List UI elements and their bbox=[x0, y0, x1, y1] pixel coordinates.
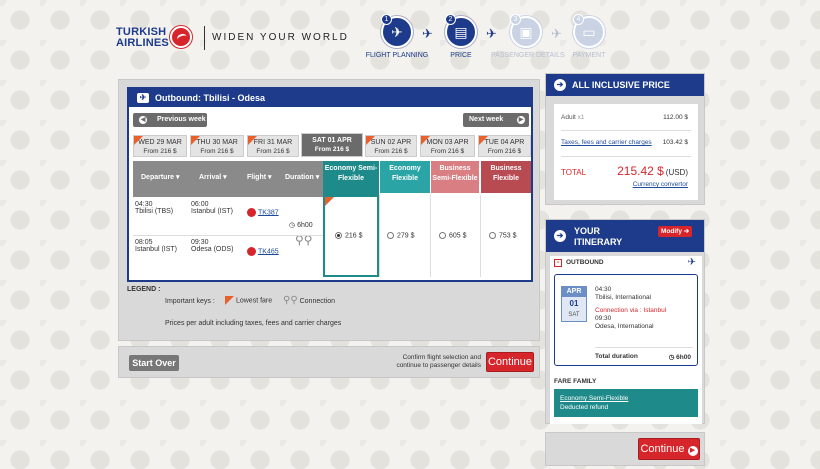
brand-name: TURKISH AIRLINES bbox=[116, 26, 169, 49]
divider bbox=[430, 195, 431, 277]
sort-arrival[interactable]: Arrival ▾ bbox=[199, 173, 227, 181]
divider bbox=[133, 235, 323, 236]
start-over-button[interactable]: Start Over bbox=[129, 355, 179, 371]
itinerary-header: ➔ YOUR ITINERARY Modify ➔ bbox=[546, 220, 704, 252]
fare-option-business-flexible[interactable]: 753 $ bbox=[489, 232, 517, 239]
sort-departure[interactable]: Departure ▾ bbox=[141, 173, 180, 181]
price-breakdown: Adult x1 112.00 $ Taxes, fees and carrie… bbox=[554, 104, 698, 200]
fare-header-business-semi-flexible: Business Semi-Flexible bbox=[431, 161, 479, 193]
ticket-icon: ▤ 2 bbox=[445, 14, 477, 48]
table-row: 04:30 Tbilisi (TBS) bbox=[135, 201, 174, 215]
flight-link[interactable]: TK465 bbox=[247, 247, 279, 256]
date-tab[interactable]: WED 29 MAR From 216 $ bbox=[133, 135, 187, 157]
plane-icon: ✈ bbox=[687, 257, 696, 268]
radio[interactable] bbox=[439, 232, 446, 239]
previous-week-button[interactable]: ◀ Previous week bbox=[133, 113, 207, 127]
itinerary-panel: ➔ YOUR ITINERARY Modify ➔ - OUTBOUND ✈ APR… bbox=[545, 219, 705, 424]
outbound-header: ✈ Outbound: Tbilisi - Odesa bbox=[129, 89, 531, 107]
itinerary-details: - OUTBOUND ✈ APR 01 SAT 04:30 Tbilisi, In… bbox=[550, 256, 702, 424]
flight-selection-panel: ✈ Outbound: Tbilisi - Odesa ◀ Previous w… bbox=[118, 79, 540, 341]
date-badge: APR 01 SAT bbox=[561, 286, 587, 322]
credit-card-icon: ▭ 4 bbox=[573, 14, 605, 48]
fare-option-business-semi-flexible[interactable]: 605 $ bbox=[439, 232, 467, 239]
table-row: 08:05 Istanbul (IST) bbox=[135, 239, 178, 253]
continue-button[interactable]: Continue ▶ bbox=[638, 438, 700, 460]
modify-button[interactable]: Modify ➔ bbox=[658, 226, 693, 237]
sort-duration[interactable]: Duration ▾ bbox=[285, 173, 319, 181]
collapse-icon[interactable]: - bbox=[554, 259, 562, 267]
price-header: ➔ ALL INCLUSIVE PRICE bbox=[546, 74, 704, 96]
arrival-cell: 06:00 Istanbul (IST) bbox=[191, 201, 234, 215]
date-tab[interactable]: THU 30 MAR From 216 $ bbox=[190, 135, 244, 157]
date-tab[interactable]: FRI 31 MAR From 216 $ bbox=[247, 135, 299, 157]
fare-option-economy-semi-flexible[interactable]: 216 $ bbox=[335, 232, 363, 239]
lowest-fare-flag-icon bbox=[248, 136, 257, 145]
lowest-fare-flag-icon bbox=[366, 136, 375, 145]
airline-logo-icon bbox=[247, 247, 256, 256]
legend: LEGEND : Important keys : Lowest fare ⚲⚲… bbox=[127, 286, 342, 327]
action-bar: Start Over Confirm flight selection and c… bbox=[118, 346, 540, 378]
chevron-left-icon: ◀ bbox=[139, 116, 147, 124]
plane-icon: ✈ bbox=[137, 93, 149, 103]
price-panel: ➔ ALL INCLUSIVE PRICE Adult x1 112.00 $ … bbox=[545, 73, 705, 205]
confirm-text: Confirm flight selection and continue to … bbox=[396, 354, 481, 369]
outbound-box: ✈ Outbound: Tbilisi - Odesa ◀ Previous w… bbox=[127, 87, 533, 282]
arrival-cell: 09:30 Odesa (ODS) bbox=[191, 239, 234, 253]
chevron-right-icon: ▶ bbox=[517, 116, 525, 124]
date-tab[interactable]: TUE 04 APR From 216 $ bbox=[478, 135, 531, 157]
date-tab[interactable]: MON 03 APR From 216 $ bbox=[420, 135, 475, 157]
divider bbox=[480, 195, 481, 277]
logo-divider bbox=[204, 26, 205, 50]
radio-selected[interactable] bbox=[335, 232, 342, 239]
fare-family-box: Economy Semi-Flexible Deducted refund bbox=[554, 389, 698, 417]
currency-converter-link[interactable]: Currency convertor bbox=[633, 181, 688, 188]
connection-icon: ⚲⚲ bbox=[283, 295, 298, 306]
duration-cell: ◷ 6h00 bbox=[289, 222, 313, 229]
total-label: TOTAL bbox=[561, 168, 587, 177]
airline-logo[interactable]: TURKISH AIRLINES WIDEN YOUR WORLD bbox=[116, 24, 347, 54]
arrow-right-icon: ➔ bbox=[554, 79, 566, 91]
lowest-fare-flag-icon bbox=[325, 197, 334, 206]
taxes-link[interactable]: Taxes, fees and carrier charges bbox=[561, 139, 652, 146]
divider bbox=[379, 195, 380, 277]
airline-logo-icon bbox=[247, 208, 256, 217]
globe-plane-icon: ✈ 1 bbox=[381, 14, 413, 48]
sort-flight[interactable]: Flight ▾ bbox=[247, 173, 272, 181]
passenger-card-icon: ▣ 3 bbox=[510, 14, 542, 48]
total-amount: 215.42 $ (USD) bbox=[617, 164, 688, 178]
date-tab[interactable]: SUN 02 APR From 216 $ bbox=[365, 135, 417, 157]
logo-emblem-icon bbox=[170, 26, 192, 48]
table-header: Departure ▾ Arrival ▾ Flight ▾ Duration … bbox=[133, 161, 323, 197]
fare-header-economy-semi-flexible: Economy Semi-Flexible bbox=[323, 161, 379, 197]
fare-header-business-flexible: Business Flexible bbox=[481, 161, 531, 193]
arrow-right-icon: ➔ bbox=[554, 230, 566, 242]
flight-summary-card: APR 01 SAT 04:30 Tbilisi, International … bbox=[554, 274, 698, 366]
flight-link[interactable]: TK387 bbox=[247, 208, 279, 217]
lowest-fare-flag-icon bbox=[479, 136, 488, 145]
radio[interactable] bbox=[489, 232, 496, 239]
lowest-fare-flag-icon bbox=[421, 136, 430, 145]
lowest-fare-flag-icon bbox=[225, 296, 234, 305]
slogan: WIDEN YOUR WORLD bbox=[212, 32, 349, 43]
continue-panel: Continue ▶ bbox=[545, 432, 705, 466]
clock-icon: ◷ bbox=[668, 354, 675, 361]
date-tab-selected[interactable]: SAT 01 APR From 216 $ bbox=[301, 133, 363, 157]
continue-button[interactable]: Continue bbox=[486, 352, 534, 372]
radio[interactable] bbox=[387, 232, 394, 239]
clock-icon: ◷ bbox=[289, 222, 296, 229]
fare-option-economy-flexible[interactable]: 279 $ bbox=[387, 232, 415, 239]
lowest-fare-flag-icon bbox=[191, 136, 200, 145]
step-payment: ▭ 4 PAYMENT bbox=[572, 14, 606, 59]
chevron-right-icon: ▶ bbox=[687, 446, 698, 456]
lowest-fare-flag-icon bbox=[134, 136, 143, 145]
next-week-button[interactable]: Next week ▶ bbox=[463, 113, 529, 127]
fare-header-economy-flexible: Economy Flexible bbox=[380, 161, 430, 193]
